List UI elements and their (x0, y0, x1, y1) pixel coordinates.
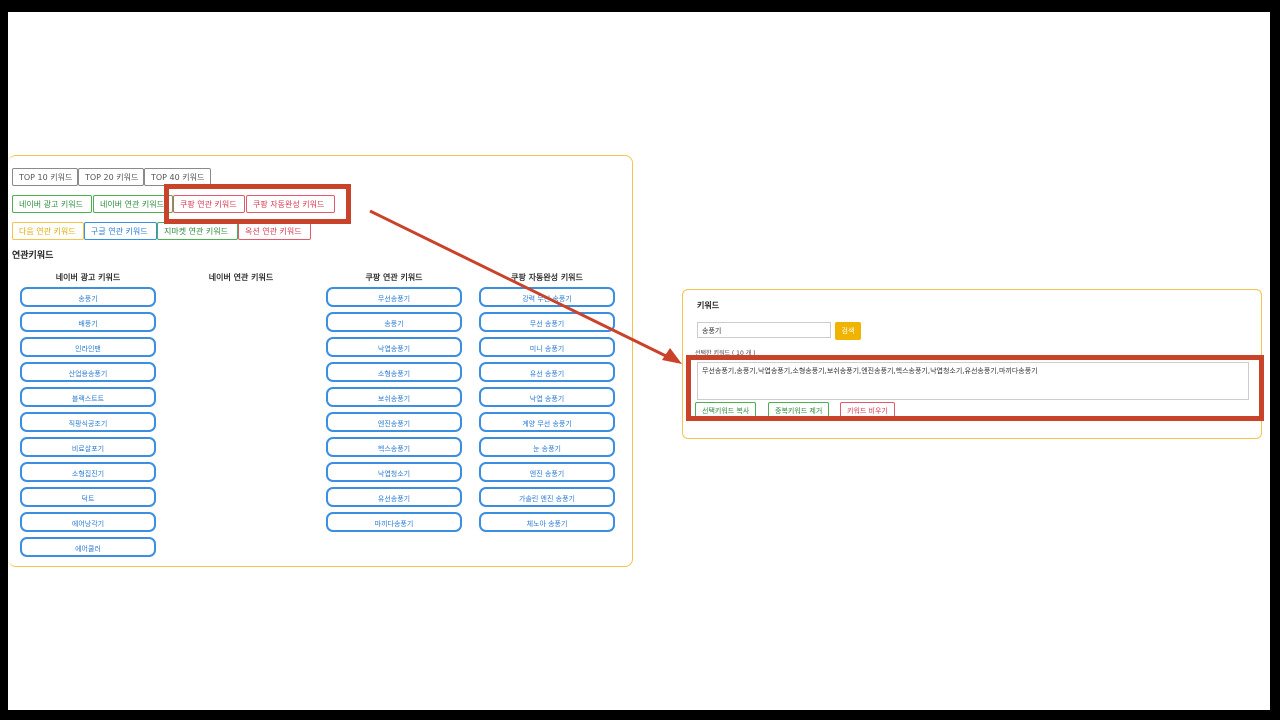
keyword-pill[interactable]: 무선 송풍기 (479, 312, 615, 332)
column-header-coupang-related: 쿠팡 연관 키워드 (365, 273, 423, 282)
keyword-pill[interactable]: 에어낭각기 (20, 512, 156, 532)
section-title: 연관키워드 (12, 251, 54, 261)
keyword-panel-title: 키워드 (697, 301, 720, 310)
keyword-pill[interactable]: 낙엽청소기 (326, 462, 462, 482)
keyword-pill[interactable]: 유선 송풍기 (479, 362, 615, 382)
tab-top10[interactable]: TOP 10 키워드 (12, 168, 78, 186)
keyword-pill[interactable]: 마끼다송풍기 (326, 512, 462, 532)
keyword-pill[interactable]: 유선송풍기 (326, 487, 462, 507)
keyword-pill[interactable]: 에어쿨러 (20, 537, 156, 557)
keyword-pill[interactable]: 블랙스트트 (20, 387, 156, 407)
tab-auction-related-keyword[interactable]: 옥션 연관 키워드 (238, 222, 311, 240)
keyword-pill[interactable]: 송풍기 (20, 287, 156, 307)
keyword-pill[interactable]: 송풍기 (326, 312, 462, 332)
keyword-pill[interactable]: 계양 무선 송풍기 (479, 412, 615, 432)
keyword-pill[interactable]: 눈 송풍기 (479, 437, 615, 457)
keyword-pill[interactable]: 산업용송풍기 (20, 362, 156, 382)
keyword-pill[interactable]: 소형집진기 (20, 462, 156, 482)
column-header-naver-ad: 네이버 광고 키워드 (55, 273, 121, 282)
keyword-pill[interactable]: 비료살포기 (20, 437, 156, 457)
tab-top20[interactable]: TOP 20 키워드 (78, 168, 144, 186)
tab-naver-related-keyword[interactable]: 네이버 연관 키워드 (93, 195, 173, 213)
keyword-pill[interactable]: 엔진송풍기 (326, 412, 462, 432)
keyword-pill[interactable]: 보쉬송풍기 (326, 387, 462, 407)
keyword-search-input[interactable]: 송풍기 (697, 322, 831, 338)
keyword-pill[interactable]: 가솔린 엔진 송풍기 (479, 487, 615, 507)
keyword-pill[interactable]: 체노아 송풍기 (479, 512, 615, 532)
annotation-highlight-selected (686, 355, 1264, 421)
keyword-pill[interactable]: 배풍기 (20, 312, 156, 332)
column-header-coupang-autocomplete: 쿠팡 자동완성 키워드 (511, 273, 583, 282)
keyword-pill[interactable]: 낙엽 송풍기 (479, 387, 615, 407)
tab-daum-related-keyword[interactable]: 다음 연관 키워드 (12, 222, 84, 240)
keyword-pill[interactable]: 덕트 (20, 487, 156, 507)
keyword-pill[interactable]: 낙엽송풍기 (326, 337, 462, 357)
tab-gmarket-related-keyword[interactable]: 지마켓 연관 키워드 (157, 222, 238, 240)
tab-google-related-keyword[interactable]: 구글 연관 키워드 (84, 222, 157, 240)
keyword-pill[interactable]: 미니 송풍기 (479, 337, 615, 357)
keyword-pill[interactable]: 소형송풍기 (326, 362, 462, 382)
annotation-highlight-tabs (164, 184, 351, 224)
search-button[interactable]: 검색 (835, 322, 861, 340)
keyword-pill[interactable]: 직팡식공조기 (20, 412, 156, 432)
keyword-pill[interactable]: 무선송풍기 (326, 287, 462, 307)
keyword-pill[interactable]: 엔진 송풍기 (479, 462, 615, 482)
keyword-pill[interactable]: 강력 무선 송풍기 (479, 287, 615, 307)
keyword-pill[interactable]: 헥스송풍기 (326, 437, 462, 457)
tab-naver-ad-keyword[interactable]: 네이버 광고 키워드 (12, 195, 92, 213)
column-header-naver-related: 네이버 연관 키워드 (208, 273, 274, 282)
keyword-pill[interactable]: 인라인팬 (20, 337, 156, 357)
